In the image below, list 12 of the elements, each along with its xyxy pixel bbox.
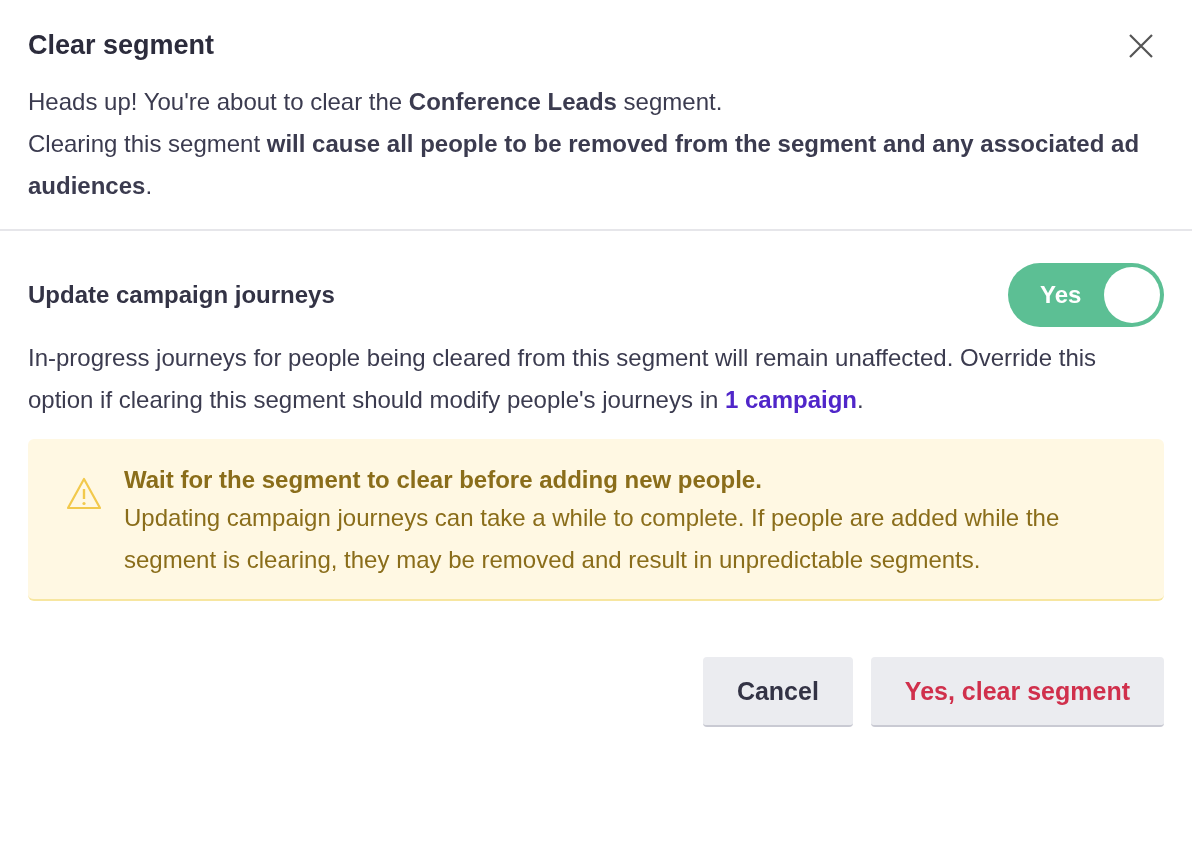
warning-text: Updating campaign journeys can take a while to complete. If people are added while the segment is clearing, they may be removed and result in unpredictable segments.: [124, 503, 1061, 575]
close-icon[interactable]: [1128, 32, 1154, 59]
confirm-button[interactable]: Yes, clear segment: [870, 657, 1164, 727]
option-description: In-progress journeys for people being cleared from this segment will remain unaffected. Override this option if clearing this segment should modify people's journeys in 1 campaign.: [28, 343, 1098, 415]
dialog-title: Clear segment: [28, 30, 215, 61]
intro-text: Heads up! You're about to clear the Conference Leads segment.: [28, 87, 724, 117]
intro-text: Clearing this segment will cause all people to be removed from the segment and any associated ad audiences.: [28, 129, 1141, 201]
campaign-link[interactable]: 1 campaign: [725, 386, 858, 413]
warning-icon: [66, 477, 102, 511]
warning-title: Wait for the segment to clear before adding new people.: [124, 465, 763, 495]
cancel-button[interactable]: Cancel: [702, 657, 853, 727]
option-label: Update campaign journeys: [28, 281, 335, 309]
